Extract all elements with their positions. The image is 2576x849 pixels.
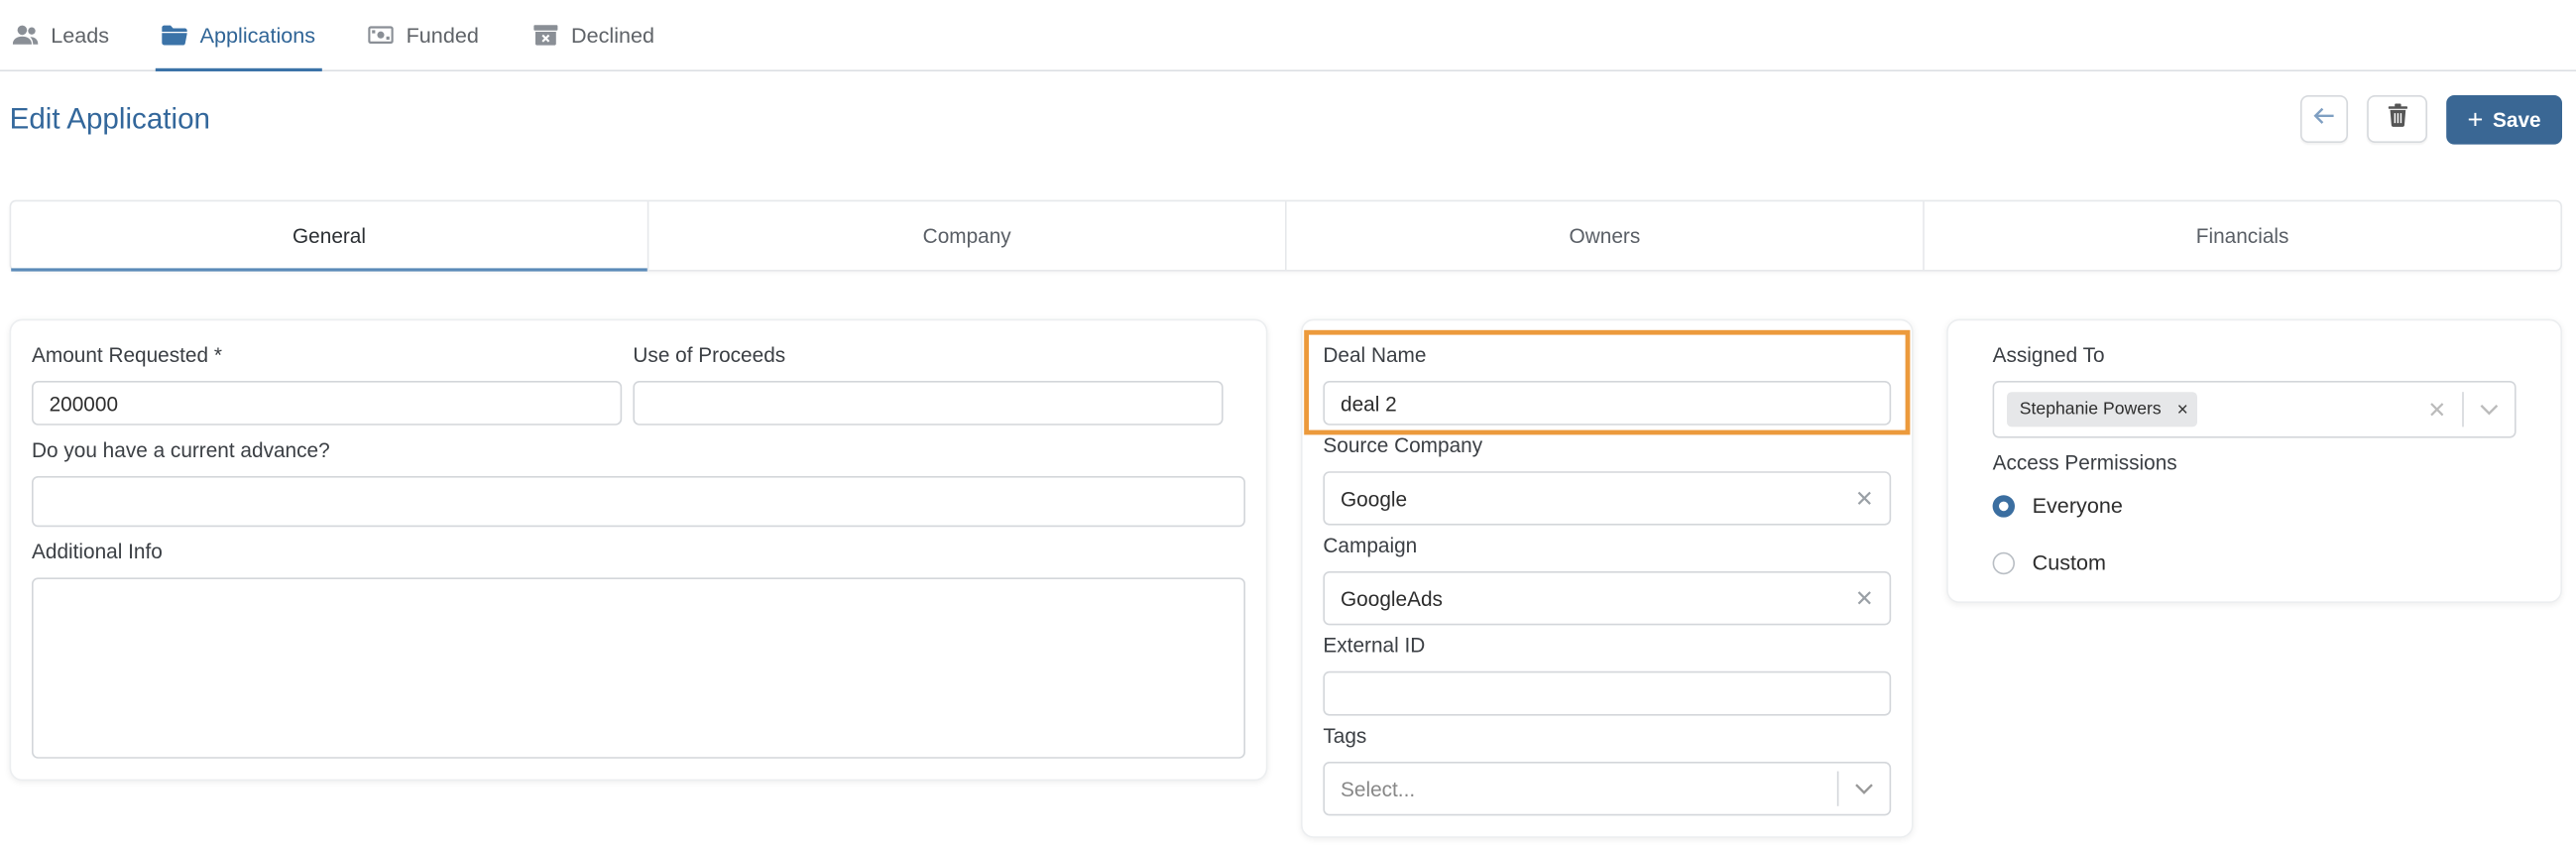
nav-tab-leads[interactable]: Leads	[12, 0, 110, 69]
tab-financials[interactable]: Financials	[1925, 201, 2561, 270]
assignee-chip: Stephanie Powers ×	[2007, 392, 2198, 427]
assigned-to-select[interactable]: Stephanie Powers × ✕	[1992, 381, 2517, 438]
nav-tab-label: Leads	[51, 23, 110, 48]
clear-icon[interactable]: ✕	[1855, 485, 1874, 512]
tab-company[interactable]: Company	[648, 201, 1287, 270]
campaign-value: GoogleAds	[1341, 586, 1443, 611]
source-company-select[interactable]: Google ✕	[1323, 471, 1892, 526]
amount-requested-input[interactable]: 200000	[32, 381, 623, 425]
deal-name-input[interactable]: deal 2	[1323, 381, 1892, 425]
deal-name-value: deal 2	[1341, 391, 1397, 416]
back-button[interactable]	[2300, 95, 2348, 143]
save-button-label: Save	[2493, 107, 2541, 132]
campaign-select[interactable]: GoogleAds ✕	[1323, 571, 1892, 626]
folder-icon	[162, 24, 187, 46]
top-nav: Leads Applications Funded Declined	[0, 0, 2576, 72]
use-of-proceeds-input[interactable]	[633, 381, 1224, 425]
section-tabs: General Company Owners Financials	[9, 199, 2562, 272]
plus-icon: +	[2467, 104, 2484, 135]
radio-custom-label: Custom	[2032, 550, 2107, 575]
radio-custom[interactable]	[1992, 551, 2015, 575]
chevron-down-icon[interactable]	[1838, 783, 1889, 795]
current-advance-input[interactable]	[32, 476, 1245, 528]
radio-everyone-label: Everyone	[2032, 493, 2123, 518]
deal-name-label: Deal Name	[1323, 342, 1427, 367]
external-id-input[interactable]	[1323, 670, 1892, 716]
nav-tab-funded[interactable]: Funded	[368, 0, 479, 69]
money-icon	[368, 24, 394, 46]
clear-icon[interactable]: ✕	[1855, 585, 1874, 612]
nav-tab-label: Declined	[571, 23, 655, 48]
additional-info-textarea[interactable]	[32, 577, 1245, 759]
external-id-label: External ID	[1323, 633, 1426, 658]
chevron-down-icon[interactable]	[2464, 403, 2515, 416]
clear-all-icon[interactable]: ✕	[2427, 396, 2446, 423]
archive-x-icon	[533, 24, 559, 46]
radio-everyone[interactable]	[1992, 495, 2015, 518]
users-icon	[12, 24, 39, 46]
assignee-chip-label: Stephanie Powers	[2019, 400, 2162, 420]
tags-select[interactable]: Select...	[1323, 762, 1892, 816]
remove-chip-icon[interactable]: ×	[2177, 399, 2188, 421]
use-of-proceeds-label: Use of Proceeds	[633, 342, 786, 367]
tab-general[interactable]: General	[11, 201, 649, 272]
additional-info-label: Additional Info	[32, 540, 163, 563]
save-button[interactable]: + Save	[2446, 95, 2562, 145]
nav-tab-applications[interactable]: Applications	[155, 0, 322, 72]
trash-icon	[2387, 103, 2407, 135]
amount-requested-label: Amount Requested *	[32, 342, 222, 367]
nav-tab-label: Funded	[406, 23, 479, 48]
tags-placeholder: Select...	[1341, 777, 1416, 801]
amount-requested-value: 200000	[49, 391, 119, 416]
campaign-label: Campaign	[1323, 533, 1418, 557]
assigned-to-label: Assigned To	[1992, 342, 2105, 367]
delete-button[interactable]	[2367, 95, 2427, 143]
nav-tab-label: Applications	[199, 23, 316, 48]
source-company-value: Google	[1341, 486, 1408, 511]
arrow-left-icon	[2313, 105, 2335, 134]
access-permissions-label: Access Permissions	[1992, 450, 2177, 475]
tags-label: Tags	[1323, 723, 1367, 748]
source-company-label: Source Company	[1323, 432, 1483, 457]
nav-tab-declined[interactable]: Declined	[533, 0, 654, 69]
page-title: Edit Application	[9, 101, 211, 135]
tab-owners[interactable]: Owners	[1287, 201, 1925, 270]
current-advance-label: Do you have a current advance?	[32, 437, 330, 462]
